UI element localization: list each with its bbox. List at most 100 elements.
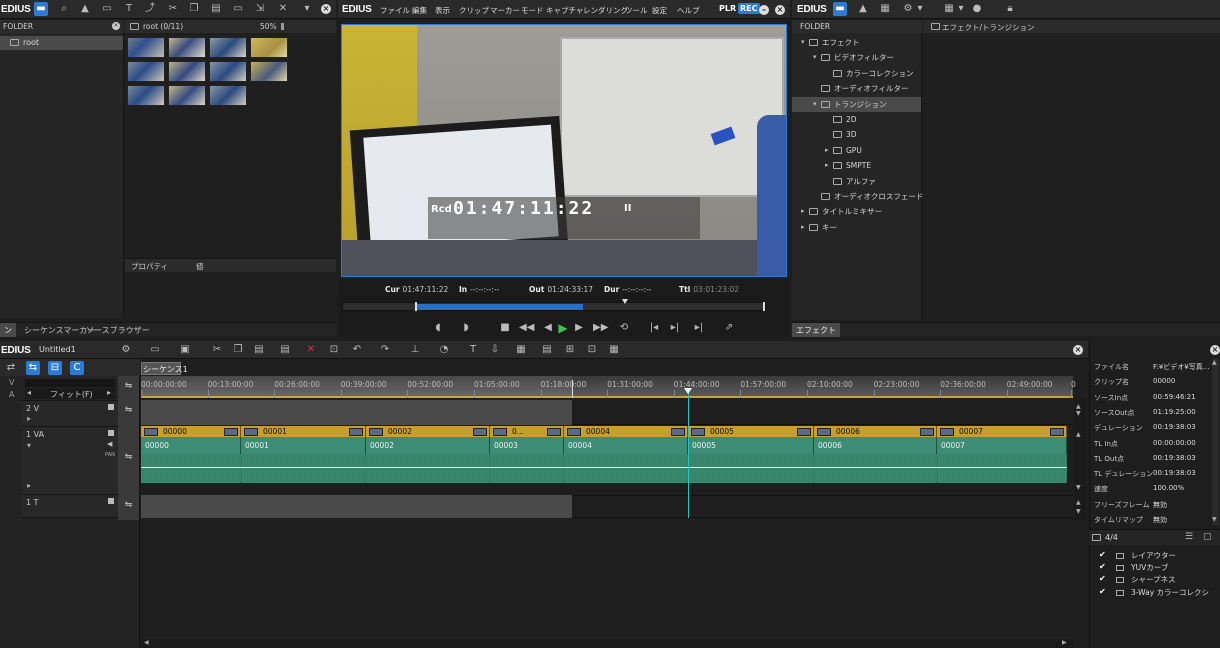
expand-arrow-icon[interactable]: ▸ — [27, 481, 31, 490]
stop-icon[interactable]: ■ — [498, 321, 512, 335]
clip-thumbnail[interactable] — [168, 37, 206, 58]
ripple-mode-icon[interactable]: ⇆ — [26, 361, 40, 375]
scroll-left-icon[interactable]: ◀ — [144, 639, 149, 646]
open-folder-icon[interactable]: ▭ — [100, 2, 114, 16]
patch-1va-icon[interactable]: ⇋ — [121, 452, 136, 466]
play-icon[interactable]: ▶ — [556, 321, 570, 335]
effects-tree-item[interactable]: カラーコレクション — [792, 66, 921, 81]
export-frame-icon[interactable]: ⇗ — [722, 321, 736, 335]
track-slider-v[interactable] — [25, 379, 115, 387]
checkbox-checked-icon[interactable]: ✔ — [1099, 550, 1107, 559]
cut-icon[interactable]: ✂ — [210, 343, 224, 357]
tab-effects[interactable]: エフェクト — [792, 323, 840, 337]
render-in-out-icon[interactable]: ▤ — [540, 343, 554, 357]
scroll-down-icon[interactable]: ▼ — [1076, 508, 1081, 515]
clip-thumbnail[interactable] — [250, 37, 288, 58]
player-video[interactable] — [341, 24, 787, 277]
add-sequence-icon[interactable]: ⤴ — [143, 2, 157, 16]
effects-tree-item[interactable]: オーディオクロスフェード — [792, 189, 923, 204]
close-icon[interactable]: × — [1210, 345, 1220, 355]
track-header-2v[interactable]: 2 V ▸ — [22, 400, 118, 426]
dropdown-icon[interactable]: ▾ — [300, 2, 314, 16]
export-icon[interactable]: ⇲ — [253, 2, 267, 16]
scroll-up-icon[interactable]: ▲ — [1212, 359, 1217, 366]
effect-apply-icon[interactable]: ◔ — [437, 343, 451, 357]
replace-icon[interactable]: ▤ — [278, 343, 292, 357]
scroll-down-icon[interactable]: ▼ — [1076, 410, 1081, 417]
clip-header[interactable] — [688, 426, 814, 437]
effects-tree-item[interactable]: オーディオフィルター — [792, 81, 921, 96]
effects-tree-item[interactable]: ▸ SMPTE — [792, 158, 921, 173]
track-header-1va[interactable]: 1 VA ▾ ◀ PAN ▸ — [22, 426, 118, 494]
insert-icon[interactable]: |◂ — [647, 321, 661, 335]
menu-tools[interactable]: ツール — [625, 5, 648, 16]
menu-marker[interactable]: マーカー — [490, 5, 520, 16]
expand-arrow-icon[interactable]: ▾ — [27, 441, 31, 450]
patch-1t-icon[interactable]: ⇋ — [121, 500, 136, 514]
add-cut-icon[interactable]: ⊥ — [408, 343, 422, 357]
info-scrollbar[interactable]: ▲ ▼ — [1212, 359, 1219, 525]
user-icon[interactable]: ● — [970, 2, 984, 16]
chevron-right-icon[interactable]: ▸ — [801, 204, 805, 219]
clip-thumbnail[interactable] — [209, 61, 247, 82]
rewind-icon[interactable]: ◀◀ — [519, 321, 534, 335]
effects-tree-item[interactable]: 2D — [792, 112, 921, 127]
clip-header[interactable] — [366, 426, 490, 437]
rec-button[interactable]: REC — [738, 3, 760, 14]
link-icon[interactable]: ⊞ — [563, 343, 577, 357]
set-in-icon[interactable]: ◖ — [431, 321, 445, 335]
track-header-1t[interactable]: 1 T — [22, 494, 118, 518]
paste-icon[interactable]: ▤ — [209, 2, 223, 16]
dropdown-icon[interactable]: ▾ — [954, 2, 968, 16]
sync-lock-icon[interactable]: ⊟ — [48, 361, 62, 375]
mark-icon[interactable]: ▸| — [692, 321, 706, 335]
menu-mode[interactable]: モード — [521, 5, 544, 16]
menu-edit[interactable]: 編集 — [412, 5, 427, 16]
close-icon[interactable]: × — [112, 22, 120, 30]
clip-thumbnail[interactable] — [209, 37, 247, 58]
sequence-settings-icon[interactable]: ⚙ — [119, 343, 133, 357]
effects-tree-item[interactable]: ▾ トランジション — [792, 96, 921, 112]
menu-help[interactable]: ヘルプ — [677, 5, 700, 16]
save-icon[interactable]: ▣ — [178, 343, 192, 357]
delete-icon[interactable]: ✕ — [276, 2, 290, 16]
close-icon[interactable]: × — [1073, 345, 1083, 355]
clip-header[interactable] — [937, 426, 1067, 437]
effects-tree-item[interactable]: ▸ キー — [792, 220, 921, 235]
scroll-up-icon[interactable]: ▲ — [1076, 403, 1081, 410]
filter-layer-row[interactable]: ✔ レイアウター — [1096, 550, 1214, 562]
close-icon[interactable]: × — [775, 5, 785, 15]
dropdown-icon[interactable]: ▾ — [913, 2, 927, 16]
track-visible-icon[interactable] — [108, 430, 114, 436]
add-effect-icon[interactable]: ▦ — [878, 2, 892, 16]
checkbox-checked-icon[interactable]: ✔ — [1099, 587, 1107, 596]
effects-tree-item[interactable]: ▾ ビデオフィルター — [792, 50, 921, 65]
monitor-icon[interactable]: ▭ — [231, 2, 245, 16]
timeline-hscroll[interactable]: ◀ ▶ — [141, 639, 1073, 648]
delete-icon[interactable]: ✕ — [304, 343, 318, 357]
track-tool-icon[interactable]: ⇄ — [4, 361, 18, 375]
tab-source-browser[interactable]: ソースブラウザー — [86, 325, 150, 336]
clip-thumbnail[interactable] — [168, 85, 206, 106]
menu-file[interactable]: ファイル — [380, 5, 410, 16]
render-icon[interactable]: ▦ — [514, 343, 528, 357]
effects-tree-item[interactable]: 3D — [792, 127, 921, 142]
clip-thumbnail[interactable] — [250, 61, 288, 82]
scrub-playhead-icon[interactable] — [621, 299, 628, 304]
scrub-bar[interactable] — [342, 299, 766, 311]
menu-view[interactable]: 表示 — [435, 5, 450, 16]
cut-icon[interactable]: ✂ — [166, 2, 180, 16]
timeline-playhead[interactable] — [688, 389, 689, 518]
clip-header[interactable] — [814, 426, 937, 437]
multicam-icon[interactable]: ▦ — [607, 343, 621, 357]
redo-icon[interactable]: ↷ — [378, 343, 392, 357]
overwrite-icon[interactable]: ▸| — [668, 321, 682, 335]
up-folder-icon[interactable]: ▲ — [78, 2, 92, 16]
chevron-right-icon[interactable]: ▸ — [825, 158, 829, 173]
set-out-icon[interactable]: ◗ — [459, 321, 473, 335]
bin-zoom[interactable]: 50% — [260, 22, 277, 31]
checkbox-checked-icon[interactable]: ✔ — [1099, 574, 1107, 583]
timeline-vscroll[interactable]: ▲ ▼ ▲ ▼ ▲ ▼ — [1074, 398, 1086, 520]
close-icon[interactable]: × — [321, 4, 331, 14]
undo-icon[interactable]: ↶ — [350, 343, 364, 357]
